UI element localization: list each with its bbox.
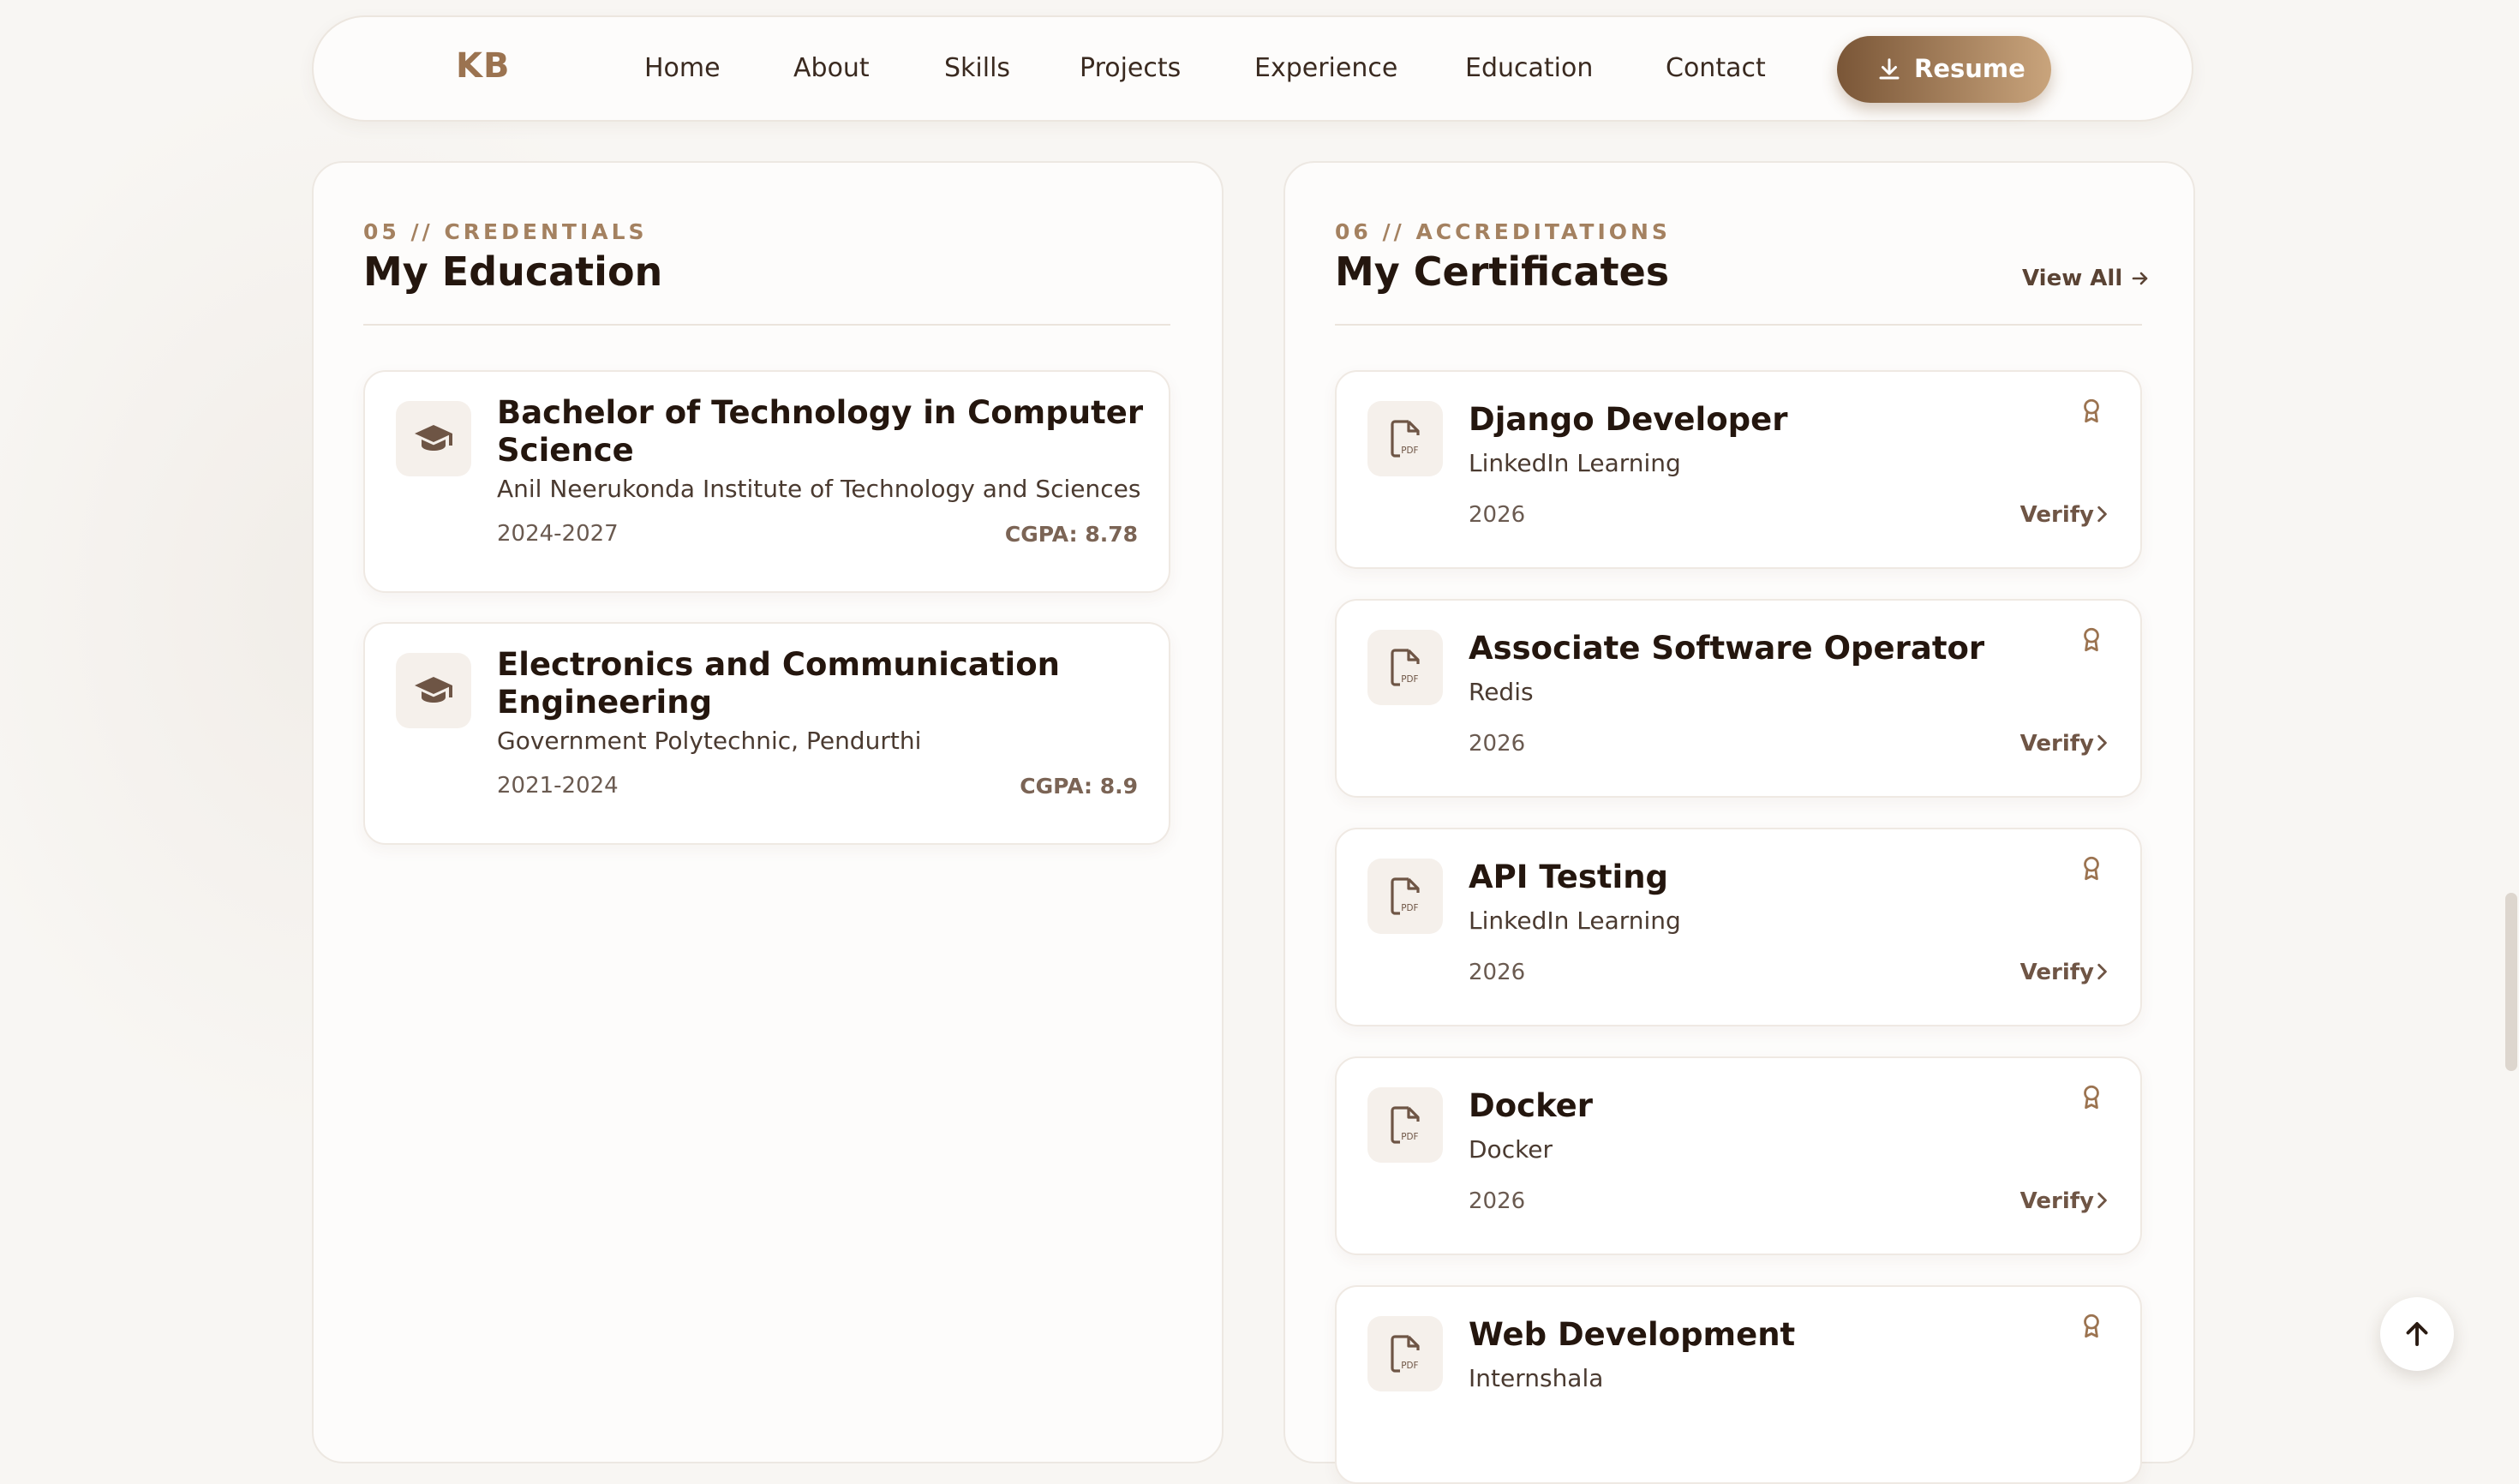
chevron-right-icon	[2094, 502, 2109, 528]
certificate-issuer: Redis	[1469, 678, 1534, 706]
award-ribbon-icon	[2080, 855, 2103, 886]
nav-link-about[interactable]: About	[793, 53, 870, 83]
chevron-right-icon	[2094, 731, 2109, 757]
certificate-card: PDF Associate Software Operator Redis 2026 V…	[1335, 599, 2142, 798]
cgpa-value: CGPA: 8.9	[1020, 774, 1138, 799]
certificate-name: Docker	[1469, 1087, 1594, 1124]
institution-name: Anil Neerukonda Institute of Technology …	[497, 475, 1141, 503]
education-card: Bachelor of Technology in Computer Scien…	[363, 370, 1170, 593]
svg-text:PDF: PDF	[1401, 674, 1418, 685]
certificate-card: PDF Django Developer LinkedIn Learning 2026…	[1335, 370, 2142, 569]
certificates-title: My Certificates	[1335, 248, 1670, 295]
education-title: My Education	[363, 248, 663, 295]
award-ribbon-icon	[2080, 398, 2103, 428]
nav-link-education[interactable]: Education	[1465, 53, 1593, 83]
svg-text:PDF: PDF	[1401, 1361, 1418, 1371]
verify-link[interactable]: Verify	[2020, 731, 2109, 757]
graduation-cap-icon	[396, 653, 471, 728]
nav-link-contact[interactable]: Contact	[1666, 53, 1766, 83]
education-years: 2021-2024	[497, 773, 619, 799]
education-eyebrow: 05 // CREDENTIALS	[363, 219, 648, 244]
award-ribbon-icon	[2080, 1084, 2103, 1115]
certificate-issuer: LinkedIn Learning	[1469, 907, 1681, 935]
degree-title-line1: Bachelor of Technology in Computer	[497, 394, 1144, 431]
education-panel: 05 // CREDENTIALS My Education Bachelor …	[312, 161, 1224, 1463]
verify-link[interactable]: Verify	[2020, 960, 2109, 985]
download-icon	[1876, 57, 1902, 88]
institution-name: Government Polytechnic, Pendurthi	[497, 727, 922, 755]
certificate-name: API Testing	[1469, 859, 1669, 895]
certificate-card: PDF API Testing LinkedIn Learning 2026 Verif…	[1335, 828, 2142, 1026]
svg-text:PDF: PDF	[1401, 1132, 1418, 1142]
verify-link[interactable]: Verify	[2020, 502, 2109, 528]
certificates-panel: 06 // ACCREDITATIONS My Certificates Vie…	[1283, 161, 2195, 1484]
certificate-issuer: LinkedIn Learning	[1469, 449, 1681, 477]
view-all-label: View All	[2022, 266, 2123, 291]
svg-text:PDF: PDF	[1401, 446, 1418, 456]
degree-title-line2: Engineering	[497, 684, 713, 721]
verify-label: Verify	[2019, 1188, 2094, 1214]
education-years: 2024-2027	[497, 521, 619, 547]
award-ribbon-icon	[2080, 626, 2103, 657]
svg-text:PDF: PDF	[1401, 903, 1418, 913]
certificate-card: PDF Web Development Internshala	[1335, 1285, 2142, 1484]
verify-label: Verify	[2019, 960, 2094, 985]
education-card: Electronics and Communication Engineerin…	[363, 622, 1170, 845]
degree-title-line1: Electronics and Communication	[497, 646, 1060, 683]
resume-button[interactable]: Resume	[1837, 36, 2051, 103]
certificate-year: 2026	[1469, 502, 1526, 528]
cgpa-value: CGPA: 8.78	[1004, 522, 1138, 547]
nav-link-experience[interactable]: Experience	[1254, 53, 1397, 83]
resume-label: Resume	[1914, 54, 2025, 83]
logo[interactable]: KB	[456, 46, 510, 86]
chevron-right-icon	[2094, 960, 2109, 985]
nav-link-home[interactable]: Home	[644, 53, 721, 83]
pdf-file-icon: PDF	[1367, 1316, 1443, 1391]
page-scrollbar[interactable]	[2505, 893, 2517, 1071]
certificate-year: 2026	[1469, 960, 1526, 985]
nav-link-skills[interactable]: Skills	[944, 53, 1010, 83]
verify-link[interactable]: Verify	[2020, 1188, 2109, 1214]
certificate-name: Associate Software Operator	[1469, 630, 1985, 667]
certificate-issuer: Internshala	[1469, 1364, 1604, 1392]
verify-label: Verify	[2019, 502, 2094, 528]
chevron-right-icon	[2094, 1188, 2109, 1214]
certificate-name: Django Developer	[1469, 401, 1788, 438]
certificates-eyebrow: 06 // ACCREDITATIONS	[1335, 219, 1671, 244]
certificate-year: 2026	[1469, 1188, 1526, 1214]
award-ribbon-icon	[2080, 1313, 2103, 1343]
certificate-year: 2026	[1469, 731, 1526, 757]
arrow-right-icon	[2130, 266, 2151, 291]
top-navbar: KB Home About Skills Projects Experience…	[312, 15, 2193, 122]
certificates-divider	[1335, 324, 2142, 326]
certificate-issuer: Docker	[1469, 1135, 1553, 1164]
view-all-link[interactable]: View All	[2022, 266, 2151, 291]
degree-title-line2: Science	[497, 432, 634, 469]
scroll-to-top-button[interactable]	[2380, 1297, 2454, 1371]
nav-link-projects[interactable]: Projects	[1080, 53, 1181, 83]
pdf-file-icon: PDF	[1367, 630, 1443, 705]
graduation-cap-icon	[396, 401, 471, 476]
certificate-card: PDF Docker Docker 2026 Verify	[1335, 1056, 2142, 1255]
pdf-file-icon: PDF	[1367, 1087, 1443, 1163]
certificate-name: Web Development	[1469, 1316, 1796, 1353]
education-divider	[363, 324, 1170, 326]
verify-label: Verify	[2019, 731, 2094, 757]
pdf-file-icon: PDF	[1367, 859, 1443, 934]
pdf-file-icon: PDF	[1367, 401, 1443, 476]
